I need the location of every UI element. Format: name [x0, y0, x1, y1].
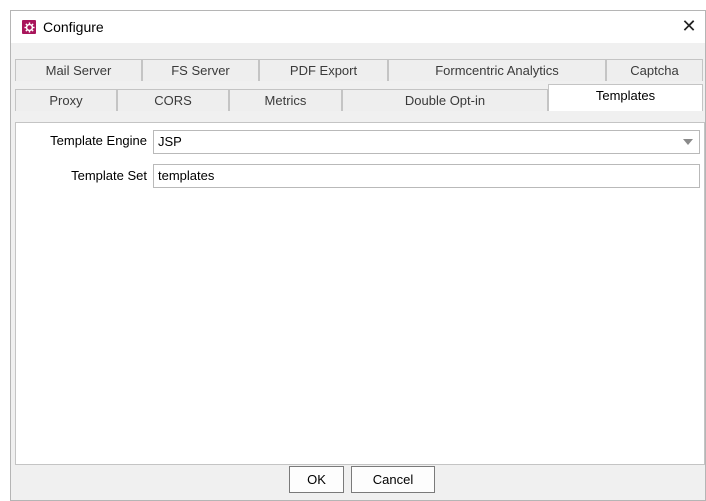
tab-double-opt-in[interactable]: Double Opt-in — [342, 89, 548, 111]
window-title: Configure — [43, 19, 104, 35]
template-engine-select[interactable]: JSP — [153, 130, 700, 154]
tab-templates[interactable]: Templates — [548, 84, 703, 111]
tab-formcentric-analytics[interactable]: Formcentric Analytics — [388, 59, 606, 81]
tab-cors[interactable]: CORS — [117, 89, 229, 111]
templates-panel: Template Engine JSP Template Set templat… — [15, 122, 705, 465]
close-icon[interactable]: ✕ — [677, 14, 701, 38]
tab-proxy[interactable]: Proxy — [15, 89, 117, 111]
title-bar: Configure ✕ — [11, 11, 705, 43]
tab-metrics[interactable]: Metrics — [229, 89, 342, 111]
tab-fs-server[interactable]: FS Server — [142, 59, 259, 81]
gear-icon — [22, 20, 36, 34]
tab-row-2: Proxy CORS Metrics Double Opt-in Templat… — [15, 84, 703, 111]
template-engine-value: JSP — [158, 134, 182, 149]
tab-mail-server[interactable]: Mail Server — [15, 59, 142, 81]
tab-row-1: Mail Server FS Server PDF Export Formcen… — [15, 59, 703, 81]
ok-button[interactable]: OK — [289, 466, 344, 493]
cancel-button[interactable]: Cancel — [351, 466, 435, 493]
template-engine-label: Template Engine — [50, 133, 147, 148]
configure-dialog: Configure ✕ Mail Server FS Server PDF Ex… — [10, 10, 706, 501]
tab-captcha[interactable]: Captcha — [606, 59, 703, 81]
template-set-label: Template Set — [71, 168, 147, 183]
template-set-input[interactable]: templates — [153, 164, 700, 188]
chevron-down-icon[interactable] — [677, 131, 699, 153]
tab-pdf-export[interactable]: PDF Export — [259, 59, 388, 81]
